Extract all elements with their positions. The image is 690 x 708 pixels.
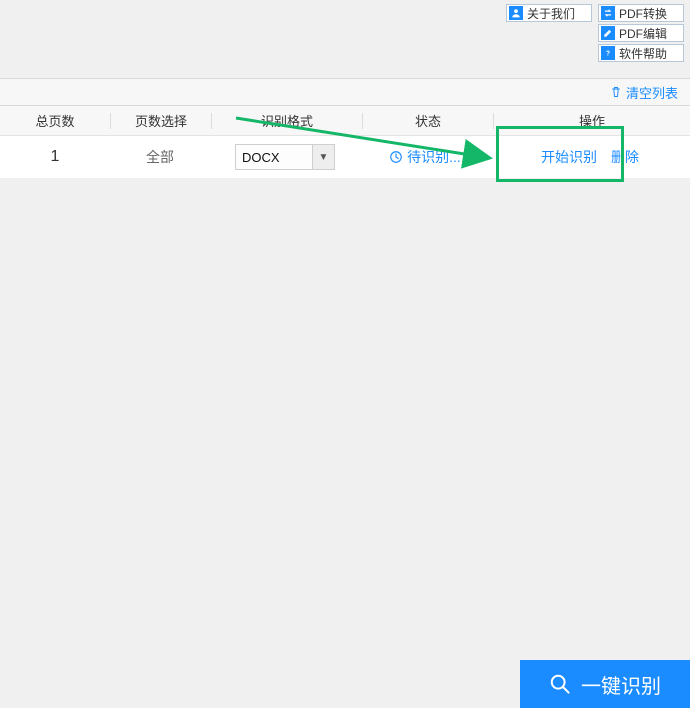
col-format: 识别格式 [212,111,362,130]
status-text: 待识别... [407,147,461,167]
help-label: 软件帮助 [619,45,667,62]
toolbar: 清空列表 [0,78,690,106]
start-recognize-link[interactable]: 开始识别 [541,147,597,167]
pdf-convert-menu[interactable]: PDF转换 [598,4,684,22]
format-select-value: DOCX [242,150,280,165]
cell-action: 开始识别 删除 [490,147,690,167]
table-row: 1 全部 DOCX ▼ 待识别... 开始识别 删除 [0,136,690,178]
search-icon [549,673,571,695]
person-icon [509,6,523,20]
top-menus: 关于我们 PDF转换 PDF编辑 ? 软件帮助 [506,4,684,62]
cell-status: 待识别... [360,147,490,167]
svg-text:?: ? [606,51,610,58]
one-click-recognize-label: 一键识别 [581,670,661,699]
pdf-edit-label: PDF编辑 [619,25,667,42]
col-status: 状态 [363,111,493,130]
edit-icon [601,26,615,40]
help-menu[interactable]: ? 软件帮助 [598,44,684,62]
clear-list-link[interactable]: 清空列表 [610,83,678,102]
table-header: 总页数 页数选择 识别格式 状态 操作 [0,106,690,136]
cell-format: DOCX ▼ [210,144,360,170]
about-us-menu[interactable]: 关于我们 [506,4,592,22]
one-click-recognize-button[interactable]: 一键识别 [520,660,690,708]
trash-icon [610,86,622,98]
delete-link[interactable]: 删除 [611,147,639,167]
cell-page-select[interactable]: 全部 [110,147,210,167]
col-page-select: 页数选择 [111,111,211,130]
pdf-edit-menu[interactable]: PDF编辑 [598,24,684,42]
about-us-label: 关于我们 [527,5,575,22]
col-total-pages: 总页数 [0,111,110,130]
col-action: 操作 [494,111,690,130]
help-icon: ? [601,46,615,60]
clock-icon [389,150,403,164]
cell-total-pages: 1 [0,148,110,166]
chevron-down-icon: ▼ [312,145,334,169]
clear-list-label: 清空列表 [626,83,678,102]
convert-icon [601,6,615,20]
format-select[interactable]: DOCX ▼ [235,144,335,170]
pdf-convert-label: PDF转换 [619,5,667,22]
